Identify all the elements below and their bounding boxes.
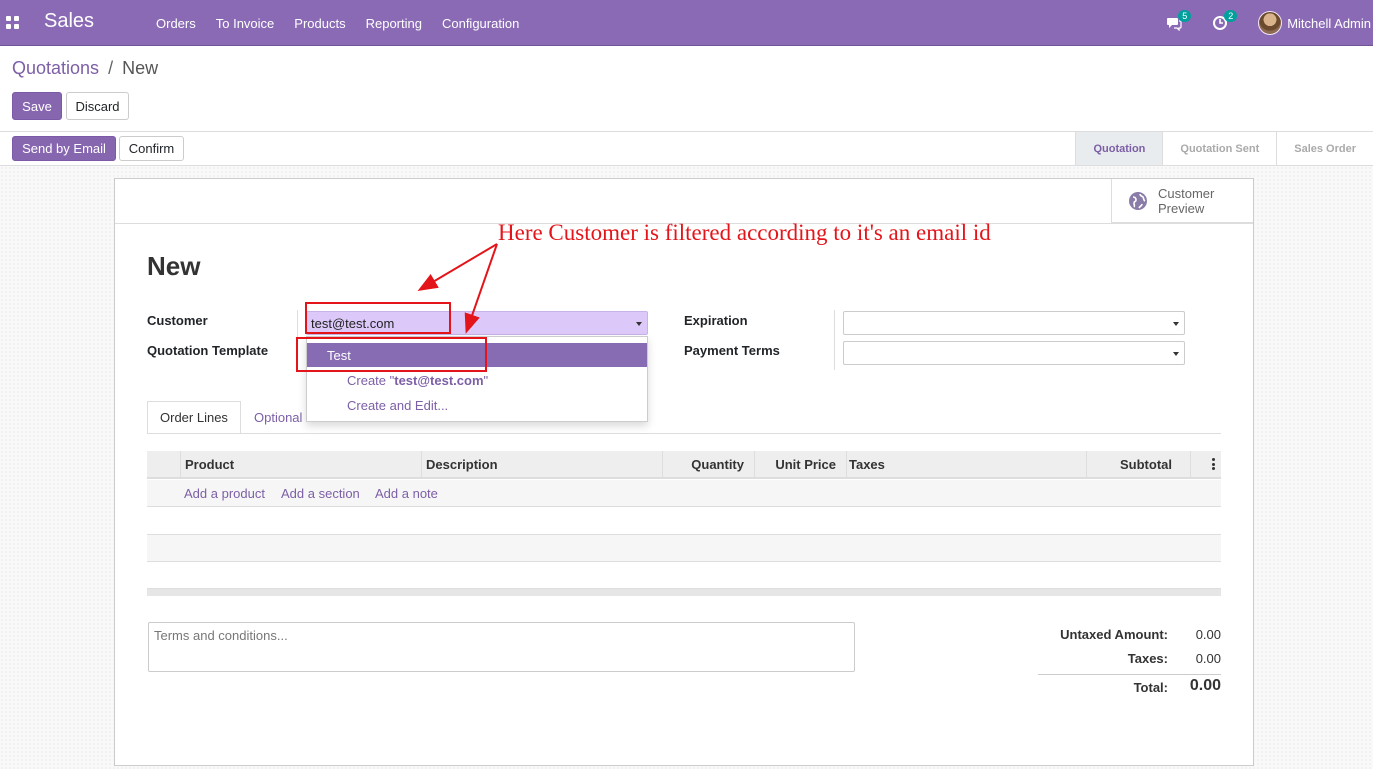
systray: 5 2 Mitchell Admin: [1166, 0, 1373, 46]
save-button[interactable]: Save: [12, 92, 62, 120]
create-value: test@test.com: [394, 372, 484, 388]
annotation-text: Here Customer is filtered according to i…: [498, 220, 991, 245]
messages-icon[interactable]: 5: [1166, 10, 1192, 32]
avatar[interactable]: [1258, 11, 1283, 35]
top-navbar: Sales Orders To Invoice Products Reporti…: [0, 0, 1373, 46]
user-name[interactable]: Mitchell Admin: [1287, 16, 1371, 31]
add-line-row: Add a product Add a section Add a note: [147, 480, 1221, 507]
field-divider: [834, 310, 835, 370]
statusbar: Send by Email Confirm Quotation Quotatio…: [0, 131, 1373, 166]
total-value: 0.00: [1189, 677, 1221, 694]
column-description[interactable]: Description: [421, 451, 662, 477]
add-section-link[interactable]: Add a section: [281, 486, 360, 501]
messages-badge: 5: [1178, 10, 1192, 22]
customer-label: Customer: [147, 313, 208, 328]
column-quantity[interactable]: Quantity: [662, 451, 754, 477]
column-subtotal[interactable]: Subtotal: [1086, 451, 1190, 477]
menu-to-invoice[interactable]: To Invoice: [206, 16, 285, 31]
expiration-input[interactable]: [843, 311, 1185, 335]
breadcrumb-quotations[interactable]: Quotations: [12, 58, 99, 78]
column-product[interactable]: Product: [180, 451, 421, 477]
menu-orders[interactable]: Orders: [146, 16, 206, 31]
taxes-label: Taxes:: [1127, 651, 1168, 666]
chevron-down-icon[interactable]: [1173, 322, 1179, 326]
activities-icon[interactable]: 2: [1212, 10, 1238, 31]
untaxed-amount-value: 0.00: [1195, 627, 1221, 642]
create-suffix: ": [483, 372, 489, 388]
kebab-icon[interactable]: [1212, 458, 1215, 470]
menu-products[interactable]: Products: [284, 16, 355, 31]
stage-quotation[interactable]: Quotation: [1075, 132, 1163, 165]
annotation-box-customer: [305, 302, 451, 334]
annotation-box-option: [296, 337, 487, 372]
breadcrumb: Quotations / New: [12, 58, 158, 79]
confirm-button[interactable]: Confirm: [119, 136, 184, 161]
optional-columns-toggle[interactable]: [1190, 451, 1221, 477]
payment-terms-label: Payment Terms: [684, 343, 780, 358]
create-prefix: Create ": [347, 372, 395, 388]
customer-preview-button[interactable]: Customer Preview: [1111, 179, 1253, 223]
stage-bar: Quotation Quotation Sent Sales Order: [1075, 132, 1373, 165]
column-taxes[interactable]: Taxes: [846, 451, 1086, 477]
tab-order-lines[interactable]: Order Lines: [147, 401, 241, 434]
column-unit-price[interactable]: Unit Price: [754, 451, 846, 477]
autocomplete-create-and-edit[interactable]: Create and Edit...: [307, 393, 647, 417]
table-footer: [147, 589, 1221, 596]
table-row: [147, 535, 1221, 562]
expiration-label: Expiration: [684, 313, 748, 328]
breadcrumb-current: New: [122, 58, 159, 78]
totals-divider: [1038, 674, 1221, 675]
stage-sales-order[interactable]: Sales Order: [1276, 132, 1373, 165]
taxes-value: 0.00: [1195, 651, 1221, 666]
app-title[interactable]: Sales: [44, 10, 94, 33]
menu-configuration[interactable]: Configuration: [432, 16, 529, 31]
order-lines-header: Product Description Quantity Unit Price …: [147, 451, 1221, 479]
chevron-down-icon[interactable]: [636, 322, 642, 326]
customer-preview-label: Customer Preview: [1158, 185, 1215, 216]
stage-quotation-sent[interactable]: Quotation Sent: [1162, 132, 1277, 165]
add-product-link[interactable]: Add a product: [184, 486, 265, 501]
untaxed-amount-label: Untaxed Amount:: [1060, 627, 1168, 642]
activities-badge: 2: [1224, 10, 1238, 22]
globe-icon: [1129, 191, 1147, 210]
total-label: Total:: [1133, 680, 1168, 695]
terms-textarea[interactable]: Terms and conditions...: [148, 622, 855, 672]
tab-optional-products[interactable]: Optional: [242, 401, 314, 434]
top-menu: Orders To Invoice Products Reporting Con…: [146, 0, 529, 46]
record-title: New: [147, 251, 201, 281]
menu-reporting[interactable]: Reporting: [356, 16, 432, 31]
quotation-template-label: Quotation Template: [147, 343, 269, 358]
table-row: [147, 508, 1221, 535]
add-note-link[interactable]: Add a note: [375, 486, 438, 501]
discard-button[interactable]: Discard: [66, 92, 129, 120]
tabs-divider: [147, 433, 1221, 434]
payment-terms-select[interactable]: [843, 341, 1185, 365]
apps-menu-icon[interactable]: [6, 16, 19, 29]
chevron-down-icon[interactable]: [1173, 352, 1179, 356]
breadcrumb-separator: /: [108, 58, 114, 78]
send-by-email-button[interactable]: Send by Email: [12, 136, 116, 161]
table-row: [147, 562, 1221, 589]
